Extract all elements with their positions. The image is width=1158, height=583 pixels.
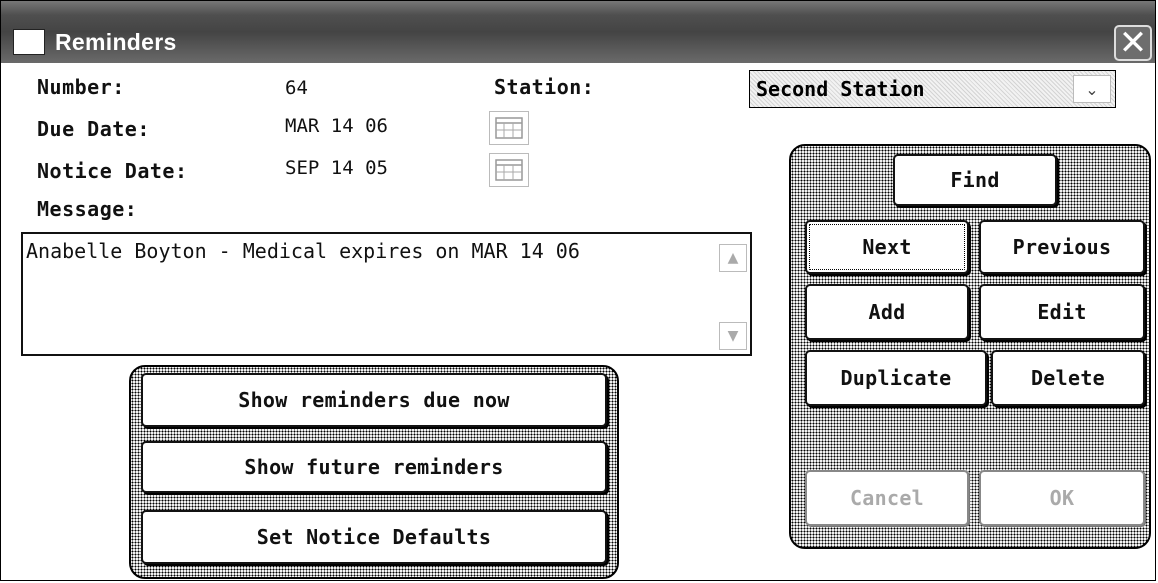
- show-reminders-due-now-button[interactable]: Show reminders due now: [141, 373, 607, 427]
- reminder-actions-panel: Show reminders due now Show future remin…: [129, 365, 619, 579]
- set-notice-defaults-button[interactable]: Set Notice Defaults: [141, 510, 607, 564]
- number-value: 64: [285, 77, 308, 99]
- edit-button[interactable]: Edit: [979, 284, 1145, 340]
- due-date-calendar-button[interactable]: [489, 111, 529, 145]
- number-label: Number:: [37, 75, 125, 99]
- message-label: Message:: [37, 197, 138, 221]
- station-select[interactable]: Second Station ⌄: [749, 70, 1116, 108]
- scroll-up-button[interactable]: ▲: [719, 244, 747, 272]
- show-future-reminders-button[interactable]: Show future reminders: [141, 441, 607, 493]
- previous-button[interactable]: Previous: [979, 220, 1145, 274]
- reminders-window: Reminders ✕ Number: 64 Station: Second S…: [0, 0, 1156, 581]
- arrow-up-icon: ▲: [727, 250, 739, 266]
- scroll-down-button[interactable]: ▼: [719, 322, 747, 350]
- window-icon: [13, 29, 45, 55]
- close-button[interactable]: ✕: [1114, 23, 1152, 63]
- due-date-label: Due Date:: [37, 117, 150, 141]
- delete-button[interactable]: Delete: [991, 350, 1145, 406]
- add-button[interactable]: Add: [805, 284, 969, 340]
- title-bar[interactable]: Reminders ✕: [1, 1, 1155, 63]
- calendar-icon: [495, 159, 523, 181]
- cancel-button[interactable]: Cancel: [805, 470, 969, 526]
- calendar-icon: [495, 117, 523, 139]
- message-scrollbar[interactable]: ▲ ▼: [716, 234, 750, 354]
- station-dropdown-button[interactable]: ⌄: [1073, 75, 1111, 103]
- notice-date-field[interactable]: SEP 14 05: [281, 151, 481, 185]
- record-navigation-panel: Find Next Previous Add Edit Duplicate De…: [789, 144, 1151, 549]
- station-selected-value: Second Station: [756, 77, 925, 101]
- next-button[interactable]: Next: [805, 220, 969, 274]
- message-text: Anabelle Boyton - Medical expires on MAR…: [26, 239, 580, 263]
- find-button[interactable]: Find: [893, 154, 1057, 206]
- chevron-down-icon: ⌄: [1085, 80, 1099, 99]
- notice-date-value: SEP 14 05: [285, 157, 388, 179]
- message-textarea[interactable]: Anabelle Boyton - Medical expires on MAR…: [21, 232, 752, 356]
- window-title: Reminders: [55, 29, 177, 55]
- station-label: Station:: [494, 75, 595, 99]
- close-icon: ✕: [1118, 23, 1148, 63]
- notice-date-label: Notice Date:: [37, 159, 188, 183]
- duplicate-button[interactable]: Duplicate: [805, 350, 987, 406]
- ok-button[interactable]: OK: [979, 470, 1145, 526]
- due-date-field[interactable]: MAR 14 06: [281, 109, 481, 143]
- due-date-value: MAR 14 06: [285, 115, 388, 137]
- notice-date-calendar-button[interactable]: [489, 153, 529, 187]
- arrow-down-icon: ▼: [727, 328, 739, 344]
